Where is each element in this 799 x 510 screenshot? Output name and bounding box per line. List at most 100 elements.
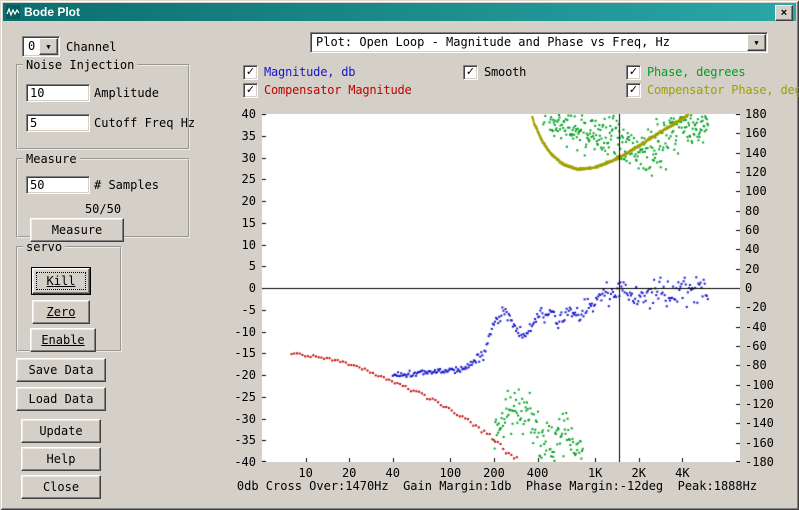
samples-label: # Samples (94, 178, 159, 192)
plot-type-select[interactable]: Plot: Open Loop - Magnitude and Phase vs… (310, 32, 768, 53)
x-axis-label: 40 (375, 466, 411, 480)
y-right-axis-label: 120 (745, 165, 767, 179)
chevron-down-glyph: ▼ (46, 43, 50, 51)
y-left-axis-label: 25 (222, 172, 256, 186)
compensator-phase-checkbox-label: Compensator Phase, deg (647, 83, 799, 97)
y-right-axis-label: -60 (745, 339, 767, 353)
close-window-button[interactable]: Close (21, 475, 101, 499)
load-data-button[interactable]: Load Data (16, 387, 106, 411)
compensator-magnitude-checkbox[interactable]: ✓ (243, 83, 258, 98)
y-right-axis-label: 180 (745, 107, 767, 121)
y-left-axis-label: 5 (222, 259, 256, 273)
y-right-axis-label: -20 (745, 300, 767, 314)
x-axis-label: 2K (621, 466, 657, 480)
x-axis-label: 400 (520, 466, 556, 480)
check-icon: ✓ (629, 66, 638, 77)
smooth-checkbox-label: Smooth (484, 65, 526, 79)
app-icon (6, 5, 20, 19)
y-left-axis-label: -30 (222, 412, 256, 426)
y-left-axis-label: 15 (222, 216, 256, 230)
compensator-magnitude-checkbox-label: Compensator Magnitude (264, 83, 412, 97)
y-right-axis-label: 100 (745, 184, 767, 198)
plot-type-select-value: Plot: Open Loop - Magnitude and Phase vs… (311, 33, 746, 52)
samples-input[interactable] (26, 176, 90, 194)
y-right-axis-label: -120 (745, 397, 774, 411)
cutoff-freq-input[interactable] (26, 114, 90, 132)
enable-button[interactable]: Enable (30, 328, 96, 352)
phase-checkbox-row: ✓ Phase, degrees (626, 65, 745, 79)
title-bar: Bode Plot × (3, 3, 796, 21)
zero-button[interactable]: Zero (32, 300, 90, 324)
y-right-axis-label: -160 (745, 436, 774, 450)
compensator-phase-checkbox[interactable]: ✓ (626, 83, 641, 98)
measure-group: Measure # Samples 50/50 Measure (16, 152, 190, 238)
channel-select-value: 0 (23, 37, 38, 56)
status-readout: 0db Cross Over:1470Hz Gain Margin:1db Ph… (230, 479, 764, 493)
smooth-checkbox[interactable]: ✓ (463, 65, 478, 80)
x-axis-label: 200 (476, 466, 512, 480)
kill-button[interactable]: Kill (32, 268, 90, 294)
y-right-axis-label: 0 (745, 281, 752, 295)
y-right-axis-label: 60 (745, 223, 759, 237)
y-left-axis-label: -20 (222, 368, 256, 382)
y-left-axis-label: 20 (222, 194, 256, 208)
compensator-phase-checkbox-row: ✓ Compensator Phase, deg (626, 83, 799, 97)
y-left-axis-label: -40 (222, 455, 256, 469)
y-left-axis-labels: 4035302520151050-5-10-15-20-25-30-35-40 (224, 114, 258, 462)
y-right-axis-label: 20 (745, 262, 759, 276)
chevron-down-icon[interactable]: ▼ (747, 34, 766, 51)
y-left-axis-label: 10 (222, 238, 256, 252)
y-right-axis-label: -140 (745, 416, 774, 430)
amplitude-label: Amplitude (94, 86, 159, 100)
x-axis-label: 20 (331, 466, 367, 480)
y-right-axis-label: -80 (745, 358, 767, 372)
amplitude-input[interactable] (26, 84, 90, 102)
channel-select[interactable]: 0 ▼ (22, 36, 60, 57)
y-left-axis-label: -10 (222, 325, 256, 339)
update-button[interactable]: Update (21, 419, 101, 443)
y-left-axis-label: 30 (222, 151, 256, 165)
close-button[interactable]: × (775, 5, 793, 21)
y-right-axis-labels: 180160140120100806040200-20-40-60-80-100… (745, 114, 779, 462)
x-axis-labels: 1020401002004001K2K4K (262, 466, 740, 480)
measure-button[interactable]: Measure (30, 218, 124, 242)
y-left-axis-label: -35 (222, 433, 256, 447)
cutoff-freq-label: Cutoff Freq Hz (94, 116, 195, 130)
sample-progress: 50/50 (18, 202, 188, 216)
y-left-axis-label: -5 (222, 303, 256, 317)
bode-plot-canvas[interactable] (262, 114, 740, 462)
y-left-axis-label: 40 (222, 107, 256, 121)
phase-checkbox-label: Phase, degrees (647, 65, 745, 79)
check-icon: ✓ (246, 84, 255, 95)
magnitude-checkbox-row: ✓ Magnitude, db (243, 65, 355, 79)
x-axis-label: 10 (288, 466, 324, 480)
y-right-axis-label: -100 (745, 378, 774, 392)
chevron-down-icon[interactable]: ▼ (39, 38, 58, 55)
noise-injection-group: Noise Injection Amplitude Cutoff Freq Hz (16, 58, 190, 150)
y-left-axis-label: -15 (222, 346, 256, 360)
chevron-down-glyph: ▼ (754, 39, 758, 47)
y-left-axis-label: -25 (222, 390, 256, 404)
y-right-axis-label: -180 (745, 455, 774, 469)
noise-injection-title: Noise Injection (23, 58, 137, 72)
magnitude-checkbox[interactable]: ✓ (243, 65, 258, 80)
close-icon: × (781, 8, 787, 19)
y-right-axis-label: 40 (745, 242, 759, 256)
y-right-axis-label: 160 (745, 126, 767, 140)
check-icon: ✓ (629, 84, 638, 95)
save-data-button[interactable]: Save Data (16, 358, 106, 382)
y-right-axis-label: -40 (745, 320, 767, 334)
smooth-checkbox-row: ✓ Smooth (463, 65, 526, 79)
check-icon: ✓ (246, 66, 255, 77)
y-left-axis-label: 35 (222, 129, 256, 143)
servo-group: servo Kill Zero Enable (16, 240, 122, 352)
phase-checkbox[interactable]: ✓ (626, 65, 641, 80)
y-right-axis-label: 80 (745, 204, 759, 218)
y-right-axis-label: 140 (745, 146, 767, 160)
check-icon: ✓ (466, 66, 475, 77)
window-title: Bode Plot (24, 5, 80, 19)
compensator-magnitude-checkbox-row: ✓ Compensator Magnitude (243, 83, 412, 97)
help-button[interactable]: Help (21, 447, 101, 471)
x-axis-label: 100 (432, 466, 468, 480)
magnitude-checkbox-label: Magnitude, db (264, 65, 355, 79)
